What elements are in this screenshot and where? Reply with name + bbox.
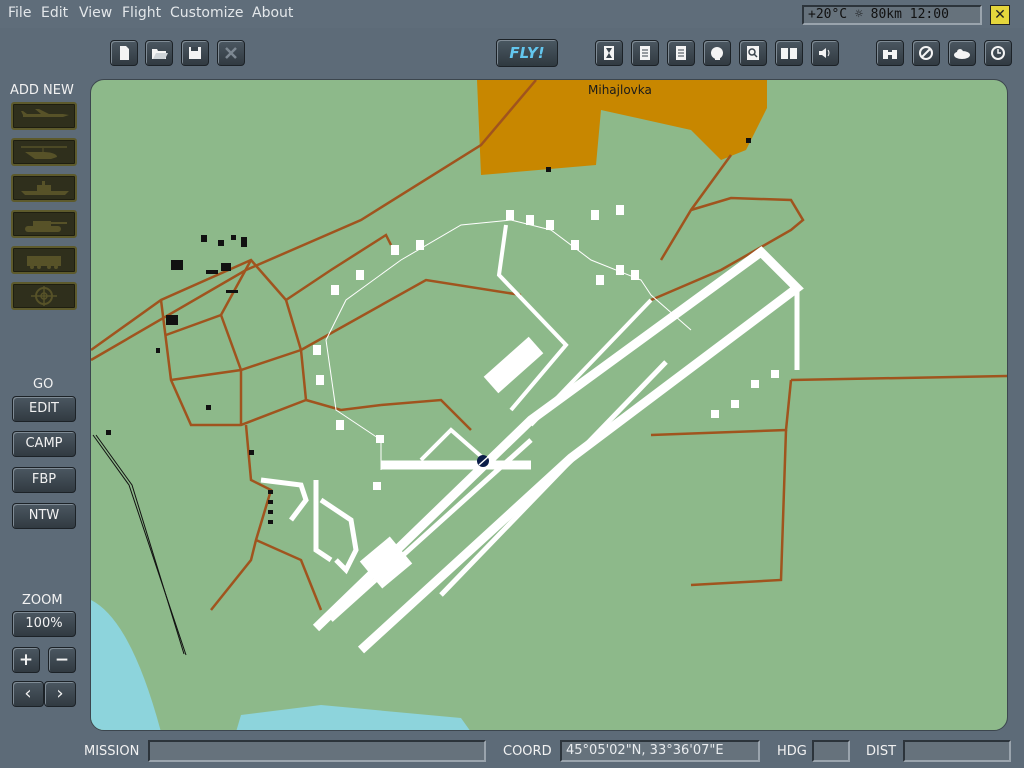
- add-aircraft-button[interactable]: [11, 102, 77, 130]
- magnifier-icon: [747, 46, 759, 60]
- visibility-value: 80km: [870, 7, 902, 22]
- hdg-field: [812, 740, 850, 762]
- mission-field: [148, 740, 486, 762]
- close-button[interactable]: ✕: [990, 5, 1010, 25]
- dist-field: [903, 740, 1011, 762]
- go-title: GO: [33, 377, 54, 392]
- menu-about[interactable]: About: [252, 5, 293, 21]
- add-vehicle-button[interactable]: [11, 246, 77, 274]
- edit-button[interactable]: EDIT: [12, 396, 76, 422]
- ship-icon: [21, 181, 69, 195]
- menu-edit[interactable]: Edit: [41, 5, 68, 21]
- sun-icon: ☼: [854, 7, 863, 22]
- temperature-value: +20°C: [808, 7, 848, 22]
- forbidden-icon: [919, 46, 933, 60]
- new-mission-button[interactable]: [110, 40, 138, 66]
- armored-vehicle-icon: [27, 256, 61, 269]
- book-icon: [781, 48, 797, 59]
- clipboard-icon: [640, 46, 650, 60]
- water-southwest: [91, 600, 161, 730]
- aircraft-icon: [21, 109, 69, 117]
- hourglass-icon: [604, 46, 614, 60]
- airfield: [260, 219, 804, 654]
- close-file-icon: [225, 47, 237, 59]
- dist-label: DIST: [866, 744, 897, 759]
- speaker-icon: [819, 48, 830, 58]
- restrictions-button[interactable]: [912, 40, 940, 66]
- briefing-button[interactable]: [631, 40, 659, 66]
- tank-icon: [25, 221, 67, 232]
- save-mission-button[interactable]: [181, 40, 209, 66]
- ntw-button[interactable]: NTW: [12, 503, 76, 529]
- mission-label: MISSION: [84, 744, 140, 759]
- weather-button[interactable]: [948, 40, 976, 66]
- menu-customize[interactable]: Customize: [170, 5, 244, 21]
- sound-button[interactable]: [811, 40, 839, 66]
- menu-view[interactable]: View: [79, 5, 112, 21]
- close-icon: ✕: [994, 7, 1006, 23]
- map-canvas[interactable]: [91, 80, 1008, 731]
- save-icon: [189, 47, 201, 59]
- goals-button[interactable]: [667, 40, 695, 66]
- pilot-button[interactable]: [703, 40, 731, 66]
- zoom-in-button[interactable]: +: [12, 647, 40, 673]
- encyclopedia-button[interactable]: [775, 40, 803, 66]
- zoom-level-display[interactable]: 100%: [12, 611, 76, 637]
- crosshair-icon: [31, 286, 57, 306]
- time-button[interactable]: [595, 40, 623, 66]
- add-helicopter-button[interactable]: [11, 138, 77, 166]
- close-mission-button[interactable]: [217, 40, 245, 66]
- fbp-button[interactable]: FBP: [12, 467, 76, 493]
- clock-icon: [991, 46, 1005, 60]
- open-mission-button[interactable]: [145, 40, 173, 66]
- add-static-button[interactable]: [11, 282, 77, 310]
- checklist-icon: [676, 46, 686, 60]
- town-label: Mihajlovka: [588, 83, 652, 97]
- add-ship-button[interactable]: [11, 174, 77, 202]
- open-folder-icon: [152, 49, 168, 59]
- scroll-right-button[interactable]: ›: [44, 681, 76, 707]
- coord-label: COORD: [503, 744, 552, 759]
- fly-button[interactable]: FLY!: [496, 39, 558, 67]
- time-value: 12:00: [909, 7, 949, 22]
- helicopter-icon: [21, 146, 67, 159]
- pilot-head-icon: [711, 47, 723, 60]
- scroll-left-button[interactable]: ‹: [12, 681, 44, 707]
- weather-cloud-icon: [954, 49, 970, 59]
- add-new-title: ADD NEW: [10, 83, 74, 98]
- camp-button[interactable]: CAMP: [12, 431, 76, 457]
- new-file-icon: [120, 46, 129, 60]
- menu-bar: File Edit View Flight Customize About +2…: [0, 0, 1024, 28]
- map-view[interactable]: Mihajlovka: [90, 79, 1008, 731]
- zoom-title: ZOOM: [22, 593, 63, 608]
- chevron-left-icon: ‹: [24, 683, 32, 704]
- binoculars-icon: [883, 50, 897, 59]
- search-button[interactable]: [739, 40, 767, 66]
- menu-flight[interactable]: Flight: [122, 5, 161, 21]
- view-button[interactable]: [876, 40, 904, 66]
- menu-file[interactable]: File: [8, 5, 31, 21]
- add-tank-button[interactable]: [11, 210, 77, 238]
- coord-field: 45°05'02"N, 33°36'07"E: [560, 740, 760, 762]
- clock-button[interactable]: [984, 40, 1012, 66]
- aircraft-revetments: [313, 205, 779, 490]
- water-south: [236, 705, 470, 730]
- weather-display[interactable]: +20°C ☼ 80km 12:00: [802, 5, 982, 25]
- chevron-right-icon: ›: [56, 683, 64, 704]
- zoom-out-button[interactable]: −: [48, 647, 76, 673]
- hdg-label: HDG: [777, 744, 807, 759]
